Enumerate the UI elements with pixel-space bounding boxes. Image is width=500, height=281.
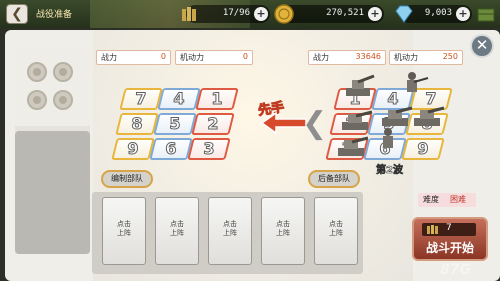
- supply-counter: 17/96 +: [182, 5, 270, 23]
- left-grid-cell[interactable]: 4: [157, 88, 201, 110]
- add-supply-button[interactable]: +: [254, 7, 268, 21]
- left-grid-cell[interactable]: 3: [187, 138, 231, 160]
- bench-slot[interactable]: 点击 上阵: [155, 197, 199, 265]
- commander-slot[interactable]: [15, 131, 90, 254]
- enemy-soldier-icon: [383, 128, 393, 148]
- arrow-left-icon: [262, 112, 306, 134]
- power-label: 战力: [313, 53, 329, 62]
- difficulty-label: 难度: [423, 195, 439, 204]
- energy-cost-value: 7: [446, 223, 452, 233]
- medal-icon: [27, 62, 47, 82]
- gold-coin-icon: [274, 4, 294, 24]
- mobility-label: 机动力: [394, 53, 418, 62]
- top-bar: ❮ 战役准备 17/96 + 270,521 + 9,003 +: [0, 0, 500, 28]
- medal-icon: [53, 62, 73, 82]
- energy-cost: 7: [422, 223, 476, 236]
- enemy-soldier-icon: [407, 72, 429, 92]
- add-gold-button[interactable]: +: [368, 7, 382, 21]
- left-grid-cell[interactable]: 7: [119, 88, 163, 110]
- enemy-artillery-icon: [342, 110, 373, 130]
- left-grid-cell[interactable]: 8: [115, 113, 159, 135]
- right-power-stat: 战力 33646: [308, 50, 386, 65]
- left-grid-cell[interactable]: 9: [111, 138, 155, 160]
- diamond-icon: [395, 5, 413, 23]
- diamond-counter: 9,003 +: [395, 5, 472, 23]
- power-value: 0: [160, 52, 166, 61]
- left-power-stat: 战力 0: [96, 50, 171, 65]
- medal-icon: [53, 90, 73, 110]
- bench-slot[interactable]: 点击 上阵: [261, 197, 305, 265]
- bench-slot[interactable]: 点击 上阵: [314, 197, 358, 265]
- mobility-value: 250: [442, 52, 458, 61]
- watermark: 87G: [440, 262, 471, 278]
- left-grid-cell[interactable]: 1: [195, 88, 239, 110]
- edit-formation-button[interactable]: 编制部队: [101, 170, 153, 188]
- start-battle-button[interactable]: 7 战斗开始: [412, 217, 488, 261]
- left-mobility-stat: 机动力 0: [175, 50, 253, 65]
- right-mobility-stat: 机动力 250: [389, 50, 463, 65]
- enemy-artillery-icon: [338, 136, 369, 156]
- start-battle-label: 战斗开始: [425, 241, 474, 255]
- bench-slot[interactable]: 点击 上阵: [102, 197, 146, 265]
- reserve-units-button[interactable]: 后备部队: [308, 170, 360, 188]
- page-title: 战役准备: [36, 10, 73, 20]
- back-button[interactable]: ❮: [6, 4, 28, 24]
- left-grid-cell[interactable]: 5: [153, 113, 197, 135]
- diamond-value: 9,003: [424, 8, 452, 18]
- medal-card: [15, 48, 90, 126]
- gold-counter: 270,521 +: [274, 4, 384, 24]
- left-grid-cell[interactable]: 2: [191, 113, 235, 135]
- bench-slot[interactable]: 点击 上阵: [208, 197, 252, 265]
- close-button[interactable]: ✕: [470, 34, 494, 58]
- gold-value: 270,521: [326, 8, 364, 18]
- wave-label: 第2波: [376, 165, 404, 177]
- enemy-grid-cell: 9: [401, 138, 445, 160]
- military-supply-icon: [182, 7, 196, 21]
- mobility-label: 机动力: [180, 53, 204, 62]
- military-supply-icon: [427, 225, 438, 234]
- medal-icon: [27, 90, 47, 110]
- left-grid-cell[interactable]: 6: [149, 138, 193, 160]
- add-diamond-button[interactable]: +: [456, 7, 470, 21]
- supply-value: 17/96: [222, 8, 250, 18]
- chevron-left-icon: ❮: [302, 106, 328, 141]
- enemy-artillery-icon: [414, 106, 445, 126]
- power-label: 战力: [101, 53, 117, 62]
- enemy-artillery-icon: [346, 74, 375, 96]
- supply-crate-icon[interactable]: [476, 4, 496, 24]
- difficulty-value: 困难: [450, 195, 466, 204]
- mobility-value: 0: [242, 52, 248, 61]
- difficulty-badge: 难度 困难: [418, 193, 476, 207]
- power-value: 33646: [355, 52, 381, 61]
